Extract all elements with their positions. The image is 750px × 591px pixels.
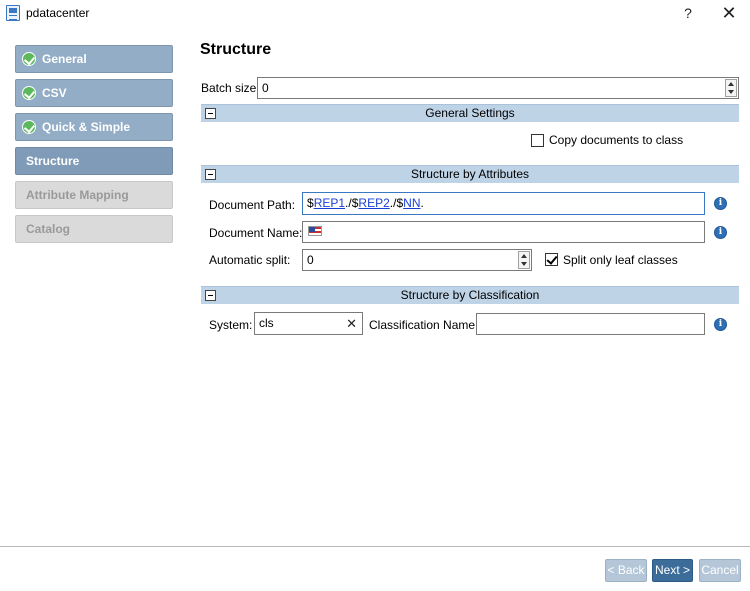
document-path-label: Document Path: xyxy=(209,198,296,212)
path-variable-link[interactable]: REP1 xyxy=(314,196,345,210)
title-bar: pdatacenter ? ✕ xyxy=(0,0,750,28)
system-input[interactable]: cls ✕ xyxy=(254,312,363,335)
check-circle-icon xyxy=(22,120,36,134)
batch-size-value: 0 xyxy=(262,81,269,95)
automatic-split-value: 0 xyxy=(307,253,314,267)
document-name-info-icon[interactable]: i xyxy=(714,226,727,239)
section-title: Structure by Attributes xyxy=(410,167,530,181)
path-token: . xyxy=(420,196,424,210)
classification-name-label: Classification Name: xyxy=(369,318,479,332)
sidebar-item-csv[interactable]: CSV xyxy=(15,79,173,107)
path-token: $ xyxy=(307,196,314,210)
structure-by-classification-header: Structure by Classification xyxy=(201,286,739,304)
collapse-icon[interactable] xyxy=(205,290,216,301)
collapse-icon[interactable] xyxy=(205,108,216,119)
split-only-leaf-checkbox[interactable] xyxy=(545,253,558,266)
check-circle-icon xyxy=(22,86,36,100)
classification-name-input[interactable] xyxy=(476,313,705,335)
collapse-icon[interactable] xyxy=(205,169,216,180)
copy-documents-label: Copy documents to class xyxy=(549,133,684,147)
sidebar-item-label: Attribute Mapping xyxy=(26,188,129,202)
app-icon xyxy=(6,5,20,21)
sidebar-item-label: Structure xyxy=(26,154,80,168)
automatic-split-label: Automatic split: xyxy=(209,253,291,267)
page-title: Structure xyxy=(200,41,272,58)
automatic-split-spinner[interactable] xyxy=(518,251,530,269)
structure-by-attributes-header: Structure by Attributes xyxy=(201,165,739,183)
sidebar-item-label: Quick & Simple xyxy=(42,120,131,134)
check-circle-icon xyxy=(22,52,36,66)
path-variable-link[interactable]: NN xyxy=(403,196,420,210)
close-button[interactable]: ✕ xyxy=(718,3,740,23)
sidebar-item-label: CSV xyxy=(42,86,67,100)
batch-size-input[interactable]: 0 xyxy=(257,77,739,99)
system-value: cls xyxy=(259,316,274,330)
batch-size-spinner[interactable] xyxy=(725,79,737,97)
batch-size-label: Batch size: xyxy=(201,81,260,95)
next-button[interactable]: Next > xyxy=(652,559,693,582)
sidebar-item-label: General xyxy=(42,52,87,66)
us-flag-icon[interactable] xyxy=(308,226,322,236)
section-title: Structure by Classification xyxy=(400,288,540,302)
window-title: pdatacenter xyxy=(26,6,90,20)
sidebar-item-label: Catalog xyxy=(26,222,71,236)
path-variable-link[interactable]: REP2 xyxy=(358,196,389,210)
sidebar-item-catalog: Catalog xyxy=(15,215,173,243)
cancel-button[interactable]: Cancel xyxy=(699,559,741,582)
split-only-leaf-label: Split only leaf classes xyxy=(563,253,678,267)
general-settings-header: General Settings xyxy=(201,104,739,122)
sidebar-item-general[interactable]: General xyxy=(15,45,173,73)
help-button[interactable]: ? xyxy=(678,3,698,23)
footer-divider xyxy=(0,546,750,547)
document-path-input[interactable]: $REP1./$REP2./$NN. xyxy=(302,192,705,215)
back-button[interactable]: < Back xyxy=(605,559,647,582)
document-name-input[interactable] xyxy=(302,221,705,243)
section-title: General Settings xyxy=(425,106,515,120)
copy-documents-checkbox[interactable] xyxy=(531,134,544,147)
clear-icon[interactable]: ✕ xyxy=(346,314,357,334)
sidebar-item-attribute-mapping: Attribute Mapping xyxy=(15,181,173,209)
document-path-info-icon[interactable]: i xyxy=(714,197,727,210)
system-label: System: xyxy=(209,318,253,332)
sidebar-item-quick-simple[interactable]: Quick & Simple xyxy=(15,113,173,141)
sidebar-item-structure[interactable]: Structure xyxy=(15,147,173,175)
document-name-label: Document Name: xyxy=(209,226,303,240)
automatic-split-input[interactable]: 0 xyxy=(302,249,532,271)
classification-name-info-icon[interactable]: i xyxy=(714,318,727,331)
